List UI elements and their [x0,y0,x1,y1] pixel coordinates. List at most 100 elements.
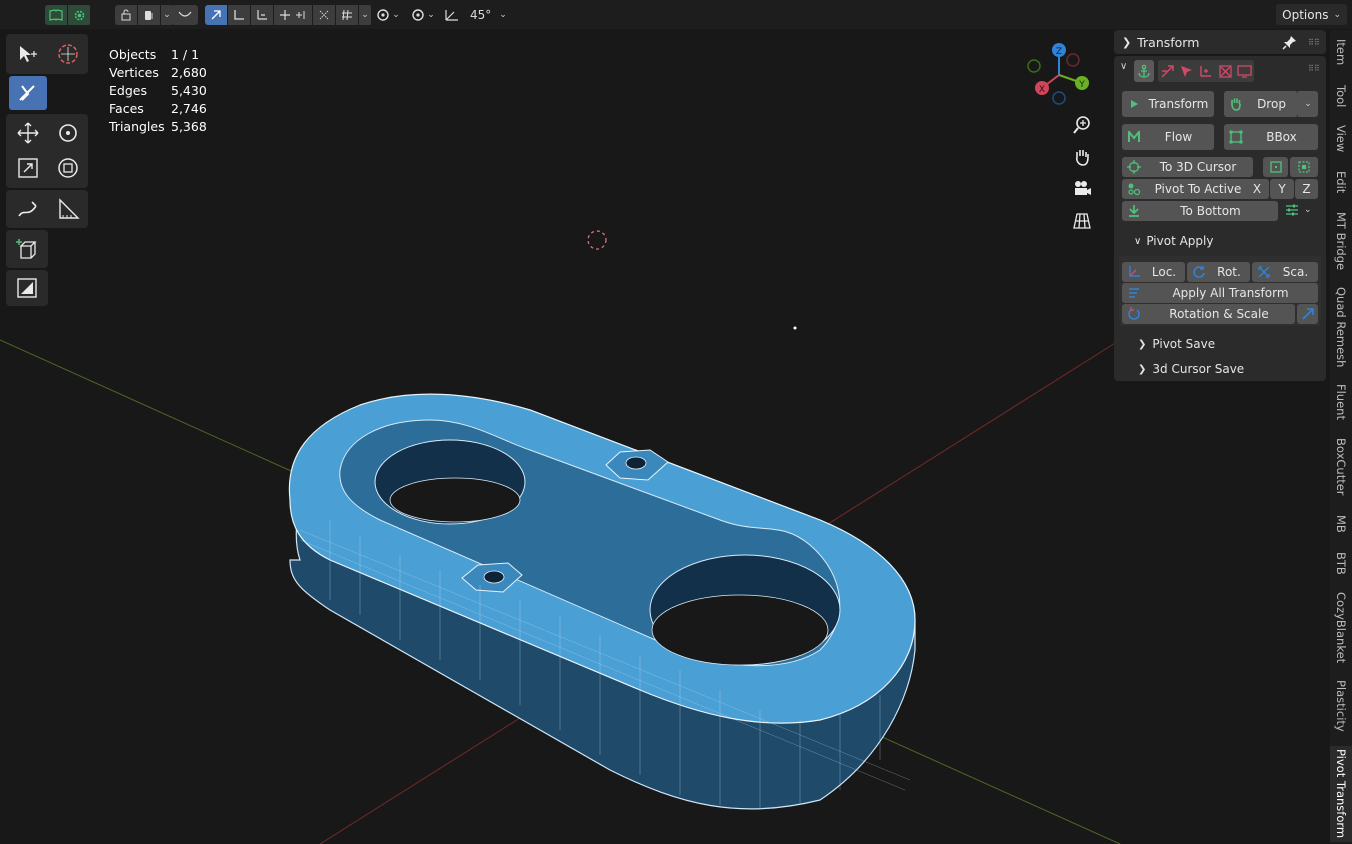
axis-z-button[interactable]: Z [1295,179,1318,199]
tab-mt-bridge[interactable]: MT Bridge [1330,210,1352,272]
tab-edit[interactable]: Edit [1330,166,1352,198]
pivot-save-label: Pivot Save [1152,337,1216,351]
drop-dropdown-button[interactable]: ⌄ [1298,91,1318,117]
axis-x-button[interactable]: X [1245,179,1269,199]
proportional-falloff-button[interactable]: ⌄ [408,5,438,25]
navigation-gizmo[interactable]: Z Y X [1024,40,1094,110]
pin-icon[interactable] [1282,34,1298,53]
cursor-save-header[interactable]: ❯ 3d Cursor Save [1138,362,1244,376]
rotation-scale-button[interactable]: Rotation & Scale [1122,304,1295,324]
tab-btb[interactable]: BTB [1330,548,1352,578]
apply-scale-button[interactable]: Sca. [1252,262,1318,282]
add-cube-tool[interactable] [9,232,45,266]
tweak-active-tool[interactable] [9,76,47,110]
cursor-option-button-1[interactable] [1263,157,1288,177]
apply-scale-label: Sca. [1282,265,1309,279]
book-icon[interactable] [45,5,67,25]
proportional-editing-button[interactable]: ⌄ [373,5,403,25]
options-button[interactable]: Options ⌄ [1276,4,1347,25]
camera-icon[interactable] [1069,176,1095,202]
apply-rotation-button[interactable]: Rot. [1187,262,1250,282]
chevron-down-icon[interactable]: ∨ [1120,61,1127,72]
drop-button[interactable]: Drop [1224,91,1298,117]
select-box-tool[interactable] [10,37,46,71]
angle-snap-control[interactable]: 45° ⌄ [444,5,510,25]
chevron-right-icon: ❯ [1122,36,1132,49]
transform-tool[interactable] [50,151,86,185]
extra-tool[interactable] [9,271,45,305]
view-toggle-group [45,5,91,25]
chevron-down-icon: ∨ [1134,235,1142,247]
axis-y-label: Y [1278,182,1286,196]
cursor-tool[interactable] [50,37,86,71]
pivot-apply-header[interactable]: ∨ Pivot Apply [1134,234,1213,248]
origin-dot [793,326,797,330]
anchor-icon[interactable] [1134,60,1154,82]
tab-cozyblanket[interactable]: CozyBlanket [1330,588,1352,668]
snap-grid-icon[interactable] [336,5,358,25]
lock-icon[interactable] [115,5,137,25]
tab-boxcutter[interactable]: BoxCutter [1330,434,1352,500]
to-3d-cursor-button[interactable]: To 3D Cursor [1122,157,1253,177]
bbox-button[interactable]: BBox [1224,124,1318,150]
pivot-active-icon [1125,182,1143,196]
axis-y-button[interactable]: Y [1270,179,1294,199]
tab-view[interactable]: View [1330,122,1352,156]
flow-button[interactable]: Flow [1122,124,1214,150]
scale-tool[interactable] [10,151,46,185]
toolbar-transform-group [6,114,88,188]
chevron-down-icon: ⌄ [1304,205,1312,215]
rotate-gizmo-icon[interactable] [251,5,273,25]
perspective-grid-icon[interactable] [1069,208,1095,234]
pivot-axis-icon[interactable] [1198,64,1213,79]
measure-tool[interactable] [50,192,86,226]
square-dot-icon [1269,161,1282,173]
toolbar-add-group [6,230,48,268]
transform-button[interactable]: Transform [1122,91,1214,117]
gear-icon[interactable] [68,5,90,25]
snap-vertex-icon[interactable] [313,5,335,25]
rotate-tool[interactable] [50,116,86,150]
cursor-option-button-2[interactable] [1290,157,1318,177]
snap-increment-icon[interactable] [290,5,312,25]
rotation-scale-label: Rotation & Scale [1169,307,1269,321]
chevron-down-icon[interactable]: ⌄ [359,5,371,25]
bbox-button-label: BBox [1266,130,1297,144]
tweak-tool-icon[interactable] [205,5,227,25]
move-gizmo-icon[interactable] [228,5,250,25]
snap-curve-button[interactable] [172,5,198,25]
tab-fluent[interactable]: Fluent [1330,380,1352,424]
pivot-save-header[interactable]: ❯ Pivot Save [1138,337,1215,351]
cursor-save-label: 3d Cursor Save [1152,362,1245,376]
pivot-to-active-button[interactable]: Pivot To Active [1122,179,1253,199]
to-bottom-button[interactable]: To Bottom [1122,201,1278,221]
apply-location-button[interactable]: Loc. [1122,262,1185,282]
tab-pivot-transform[interactable]: Pivot Transform [1330,746,1352,842]
stat-value: 5,430 [171,83,207,98]
tab-plasticity[interactable]: Plasticity [1330,678,1352,734]
stat-row-vertices: Vertices 2,680 [109,64,207,82]
selection-filter-icon[interactable] [138,5,160,25]
pivot-move-icon[interactable] [1160,64,1175,79]
pivot-pick-icon[interactable] [1179,64,1194,79]
apply-all-transform-button[interactable]: Apply All Transform [1122,283,1318,303]
tab-tool[interactable]: Tool [1330,80,1352,112]
zoom-icon[interactable] [1069,112,1095,138]
annotate-tool[interactable] [10,192,46,226]
transform-panel-header[interactable]: ❯ Transform ⠿⠿ [1114,30,1326,54]
pan-hand-icon[interactable] [1069,144,1095,170]
diagonal-arrow-icon [1301,308,1314,320]
rotation-scale-extra-button[interactable] [1297,304,1318,324]
stat-value: 2,746 [171,101,207,116]
move-tool[interactable] [10,116,46,150]
tab-mb[interactable]: MB [1330,512,1352,536]
snapping-group: ⌄ [290,5,372,25]
drag-handle-icon[interactable]: ⠿⠿ [1308,64,1320,73]
to-bottom-settings-button[interactable]: ⌄ [1285,203,1312,217]
pivot-delete-icon[interactable] [1218,64,1233,79]
pivot-display-icon[interactable] [1237,64,1252,79]
drag-handle-icon[interactable]: ⠿⠿ [1308,38,1320,47]
tab-quad-remesh[interactable]: Quad Remesh [1330,284,1352,370]
tab-item[interactable]: Item [1330,36,1352,68]
selectability-group: ⌄ [115,5,174,25]
